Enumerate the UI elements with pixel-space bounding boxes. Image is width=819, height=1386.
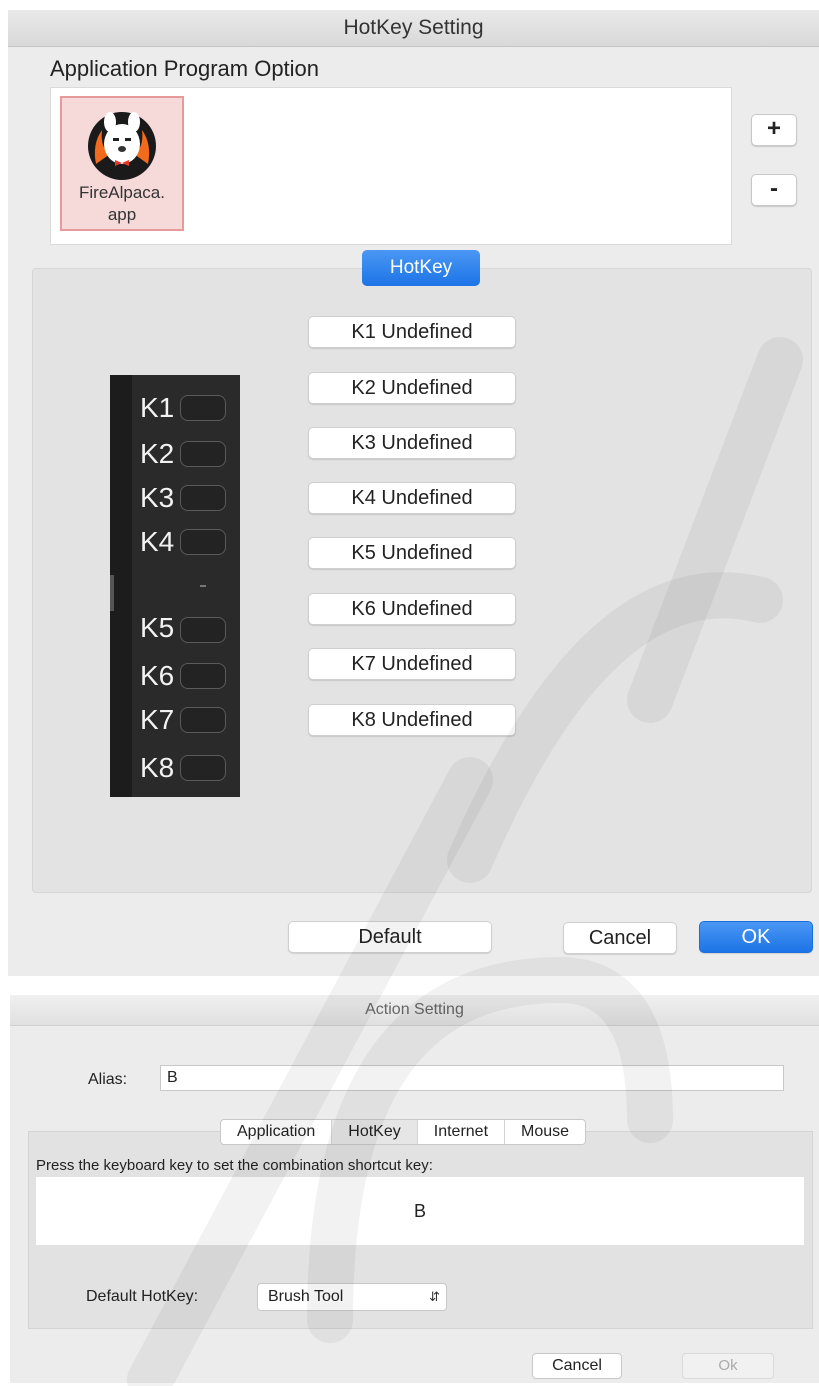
default-button[interactable]: Default — [288, 921, 492, 953]
k7-assign-button[interactable]: K7 Undefined — [308, 648, 516, 680]
tablet-key-label: K5 — [140, 612, 175, 643]
tablet-key-button — [180, 707, 226, 733]
default-hotkey-value: Brush Tool — [268, 1288, 344, 1305]
chevron-up-down-icon: ⇵ — [429, 1289, 440, 1304]
k5-assign-button[interactable]: K5 Undefined — [308, 537, 516, 569]
tablet-key-button — [180, 529, 226, 555]
tab-internet[interactable]: Internet — [418, 1120, 506, 1144]
tablet-notch — [110, 575, 114, 611]
tablet-key-label: K6 — [140, 660, 175, 691]
remove-app-button[interactable]: - — [751, 174, 797, 206]
ok-button[interactable]: OK — [699, 921, 813, 953]
k2-assign-button[interactable]: K2 Undefined — [308, 372, 516, 404]
default-hotkey-select[interactable]: Brush Tool ⇵ — [257, 1283, 447, 1311]
k4-assign-button[interactable]: K4 Undefined — [308, 482, 516, 514]
tablet-key-button — [180, 485, 226, 511]
tab-mouse[interactable]: Mouse — [505, 1120, 585, 1144]
tablet-key-label: K3 — [140, 482, 175, 513]
shortcut-capture-field[interactable]: B — [36, 1177, 804, 1245]
k6-assign-button[interactable]: K6 Undefined — [308, 593, 516, 625]
action-setting-window: Action Setting Alias: B Application HotK… — [10, 995, 819, 1383]
action-type-tabs: Application HotKey Internet Mouse — [220, 1119, 587, 1145]
window-title: HotKey Setting — [8, 10, 819, 47]
ok-button-disabled[interactable]: Ok — [682, 1353, 774, 1379]
app-name: FireAlpaca. app — [62, 182, 182, 226]
tab-application[interactable]: Application — [221, 1120, 333, 1144]
k8-assign-button[interactable]: K8 Undefined — [308, 704, 516, 736]
add-app-button[interactable]: + — [751, 114, 797, 146]
tablet-divider — [200, 585, 206, 587]
cancel-button[interactable]: Cancel — [532, 1353, 622, 1379]
app-item-firealpaca[interactable]: FireAlpaca. app — [60, 96, 184, 231]
cancel-button[interactable]: Cancel — [563, 922, 677, 954]
tab-hotkey[interactable]: HotKey — [362, 250, 480, 286]
tablet-key-label: K7 — [140, 704, 175, 735]
app-name-line1: FireAlpaca. — [79, 183, 165, 202]
k1-assign-button[interactable]: K1 Undefined — [308, 316, 516, 348]
tablet-key-button — [180, 755, 226, 781]
default-hotkey-label: Default HotKey: — [86, 1288, 199, 1305]
tab-hotkey[interactable]: HotKey — [332, 1120, 418, 1144]
hotkey-setting-window: HotKey Setting Application Program Optio… — [8, 10, 819, 976]
alias-input[interactable]: B — [160, 1065, 784, 1091]
app-name-line2: app — [107, 205, 137, 224]
tablet-key-label: K2 — [140, 438, 175, 469]
application-list: FireAlpaca. app — [50, 87, 732, 245]
tablet-key-label: K1 — [140, 392, 175, 423]
instruction-label: Press the keyboard key to set the combin… — [36, 1157, 433, 1174]
k3-assign-button[interactable]: K3 Undefined — [308, 427, 516, 459]
alias-label: Alias: — [88, 1071, 128, 1088]
tablet-key-button — [180, 441, 226, 467]
window-title: Action Setting — [10, 995, 819, 1026]
tablet-key-button — [180, 617, 226, 643]
tablet-key-button — [180, 663, 226, 689]
tablet-key-button — [180, 395, 226, 421]
app-section-label: Application Program Option — [50, 56, 320, 81]
tablet-key-label: K8 — [140, 752, 175, 783]
tablet-key-label: K4 — [140, 526, 175, 557]
fire-alpaca-icon — [88, 112, 156, 180]
tablet-express-keys-graphic: K1 K2 K3 K4 K5 K6 K7 K8 — [110, 375, 240, 797]
